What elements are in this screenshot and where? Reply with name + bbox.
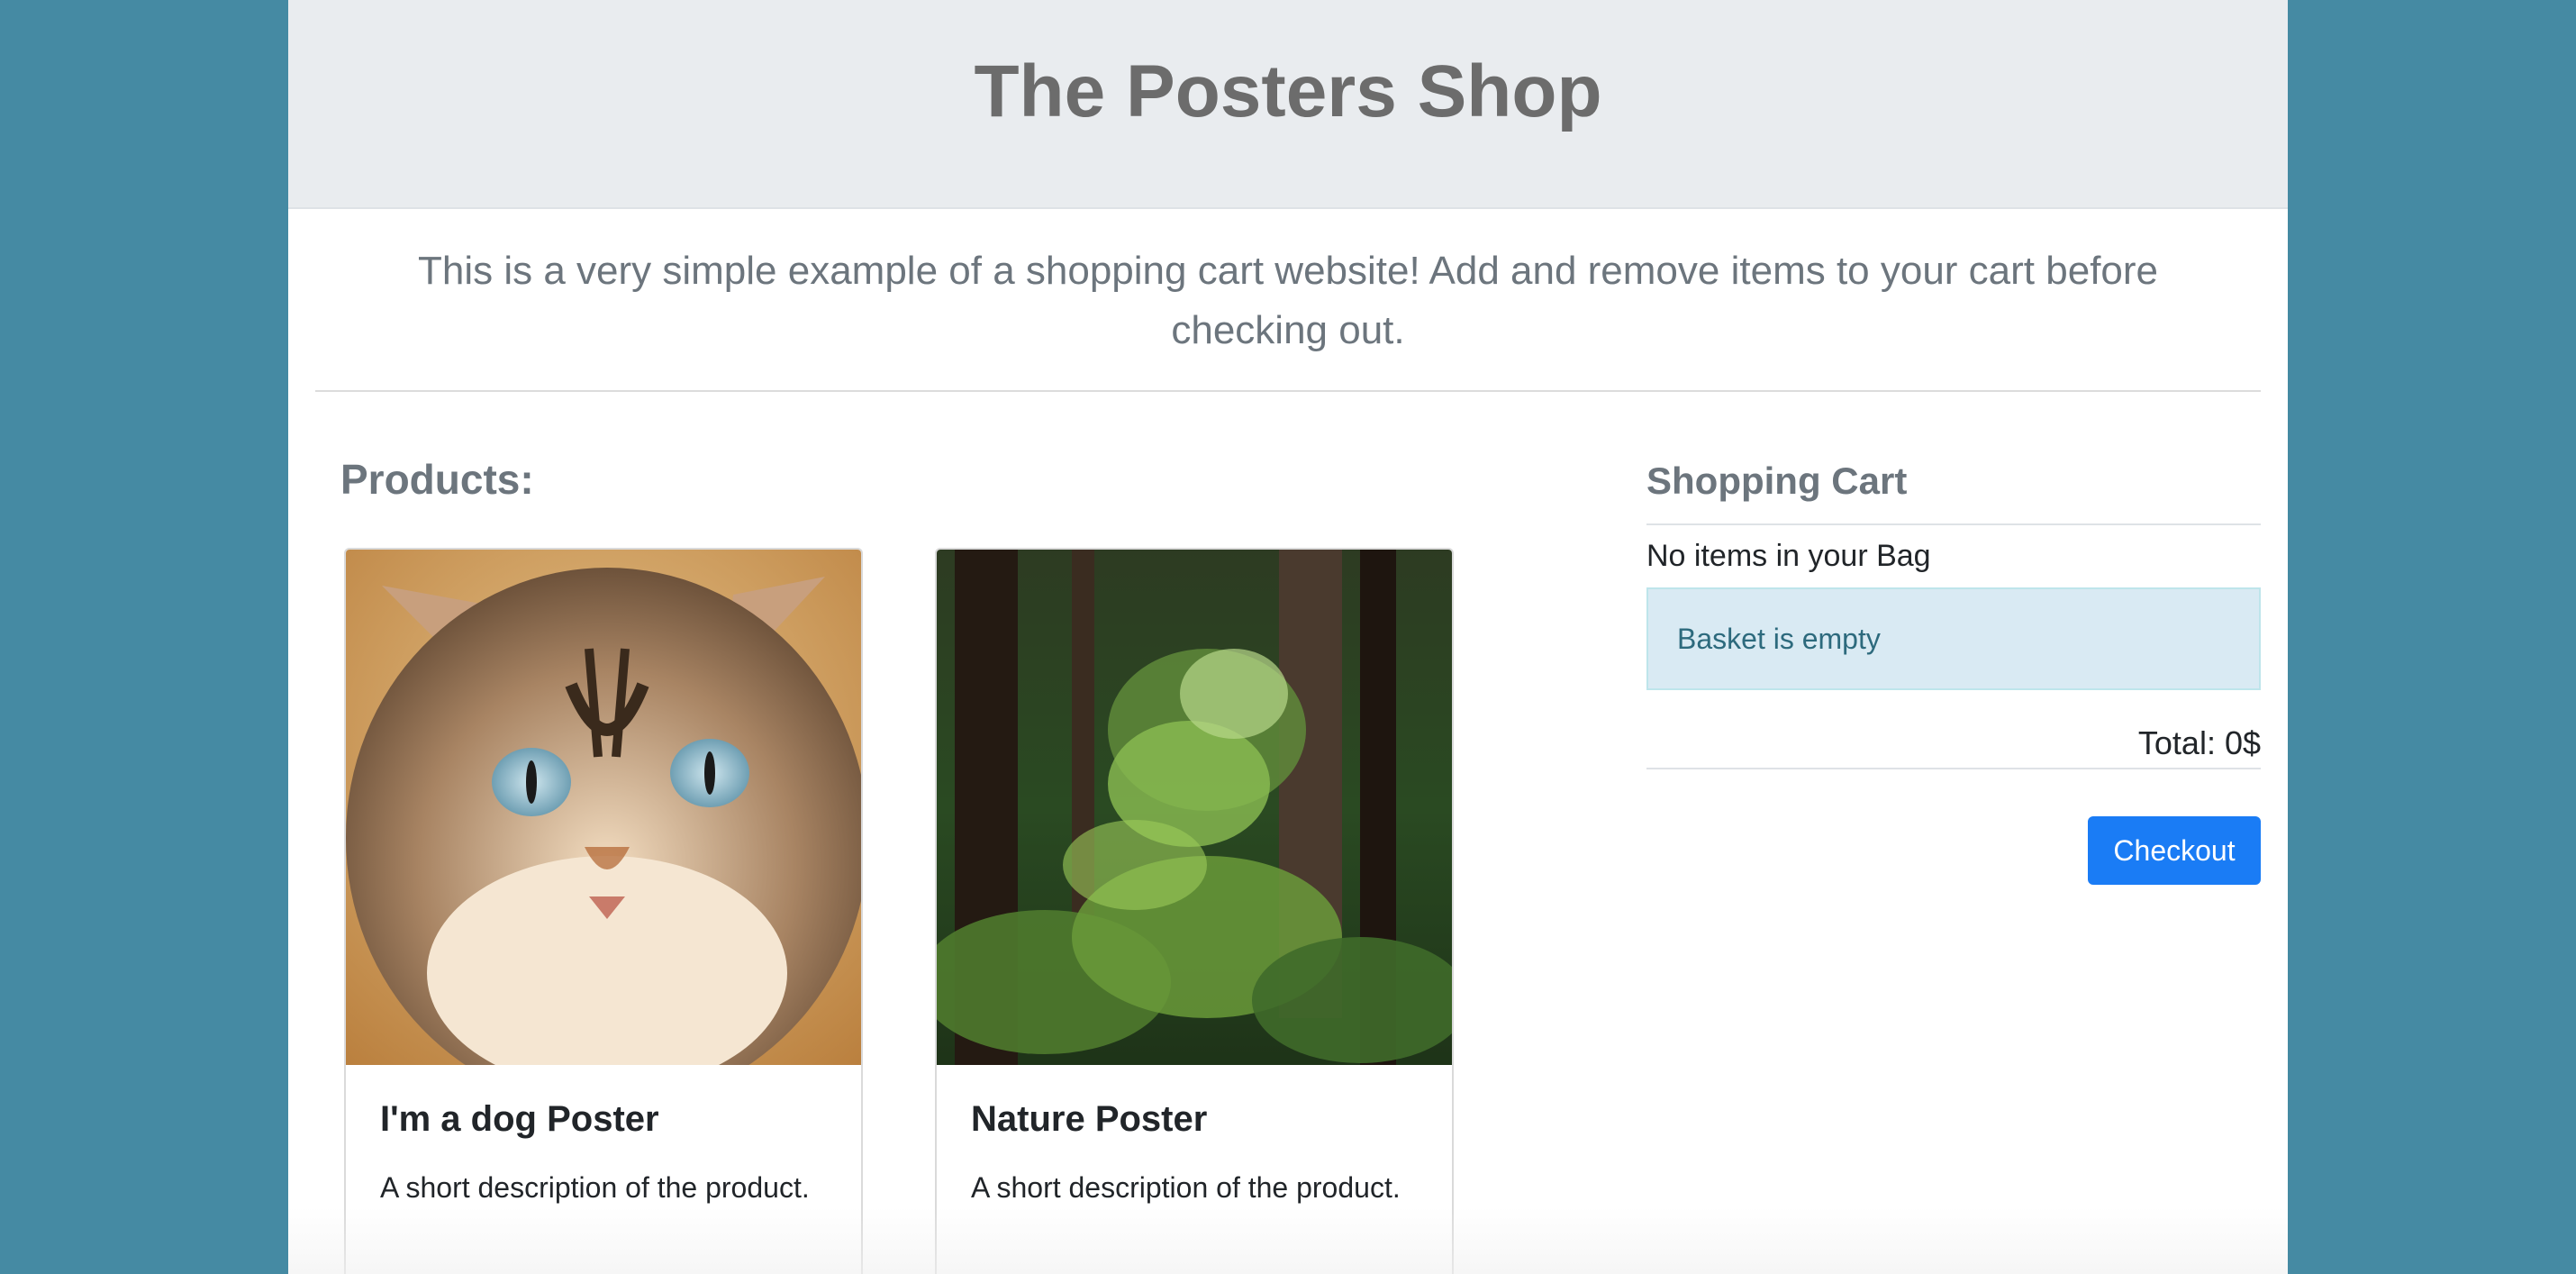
product-card[interactable]: Nature Poster A short description of the… xyxy=(935,548,1454,1274)
product-description: A short description of the product. xyxy=(380,1171,810,1204)
forest-poster-image[interactable] xyxy=(937,550,1452,1065)
product-title: I'm a dog Poster xyxy=(380,1099,659,1139)
divider xyxy=(315,390,2261,392)
page-title: The Posters Shop xyxy=(974,50,1602,132)
checkout-button[interactable]: Checkout xyxy=(2088,816,2261,885)
empty-basket-alert: Basket is empty xyxy=(1646,587,2261,690)
header-banner: The Posters Shop xyxy=(288,0,2288,209)
cart-heading: Shopping Cart xyxy=(1646,460,1908,502)
divider xyxy=(1646,523,2261,525)
cat-poster-image[interactable] xyxy=(346,550,861,1065)
divider xyxy=(1646,768,2261,769)
product-title: Nature Poster xyxy=(971,1099,1208,1139)
page-container: The Posters Shop This is a very simple e… xyxy=(288,0,2288,1274)
cart-status-text: No items in your Bag xyxy=(1646,539,1931,573)
products-heading: Products: xyxy=(340,456,534,503)
cart-total: Total: 0$ xyxy=(2137,724,2261,761)
product-description: A short description of the product. xyxy=(971,1171,1401,1204)
product-card[interactable]: I'm a dog Poster A short description of … xyxy=(344,548,863,1274)
intro-text: This is a very simple example of a shopp… xyxy=(417,249,2159,352)
